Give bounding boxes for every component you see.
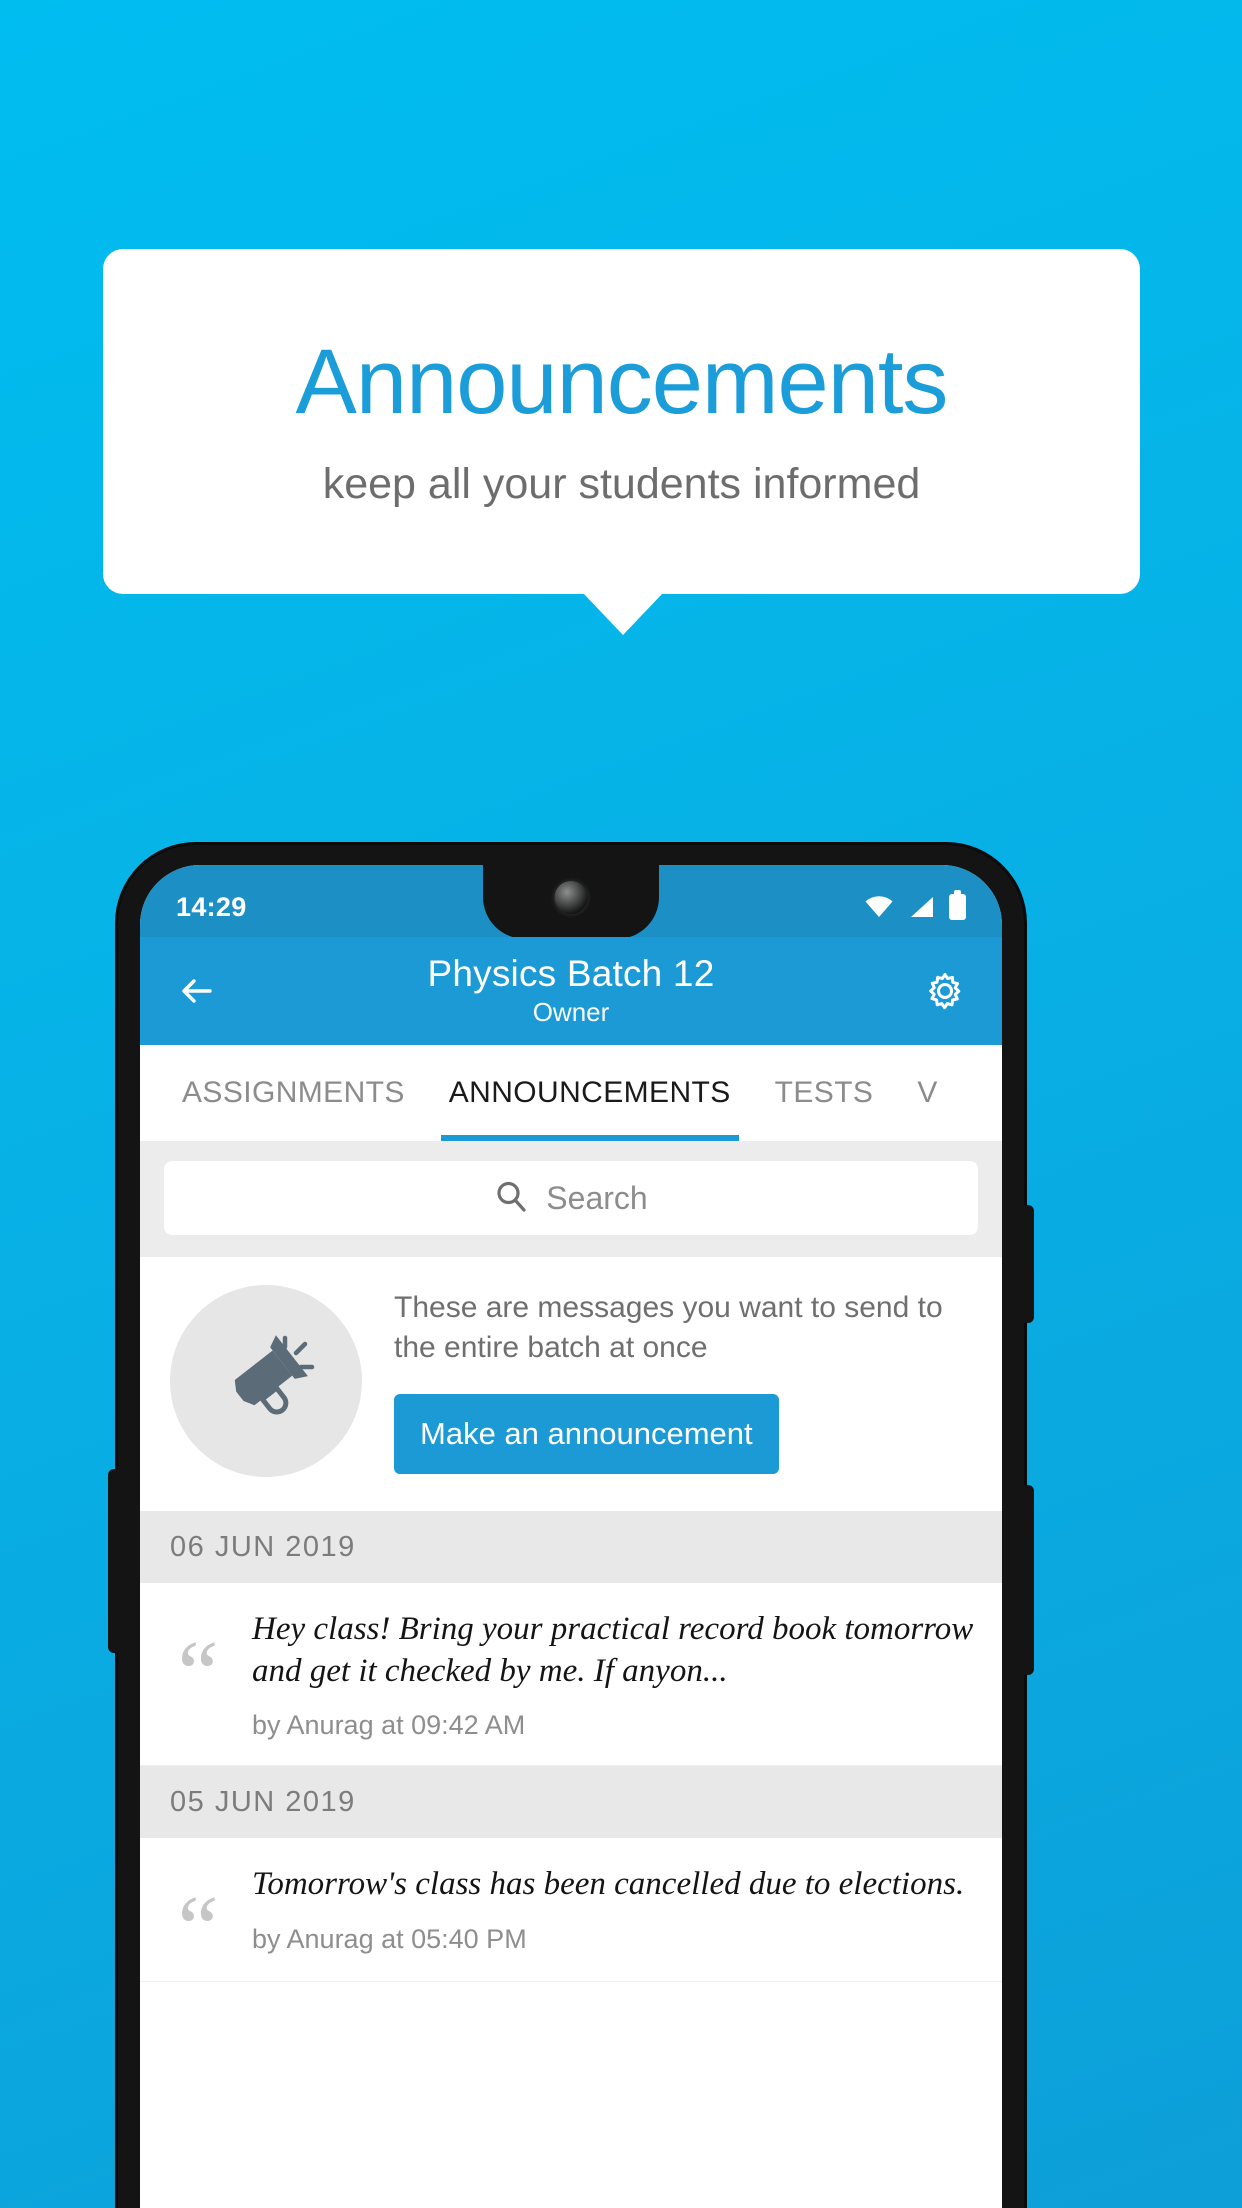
gear-icon[interactable] <box>914 960 976 1022</box>
promo-card-tail <box>583 593 663 635</box>
tab-assignments[interactable]: ASSIGNMENTS <box>140 1045 427 1141</box>
app-bar: Physics Batch 12 Owner <box>140 937 1002 1045</box>
tab-tests[interactable]: TESTS <box>753 1045 896 1141</box>
promo-subtitle: keep all your students informed <box>322 460 921 509</box>
phone-device: 14:29 Physics Batch 12 Owner ASSIGNMENTS… <box>108 845 1034 2208</box>
announcement-content: Tomorrow's class has been cancelled due … <box>252 1864 976 1957</box>
empty-state-description: These are messages you want to send to t… <box>394 1291 943 1364</box>
announcement-row[interactable]: “ Hey class! Bring your practical record… <box>140 1583 1002 1767</box>
search-icon <box>494 1179 528 1218</box>
signal-icon <box>908 896 934 918</box>
announcement-content: Hey class! Bring your practical record b… <box>252 1609 976 1741</box>
empty-state-card: These are messages you want to send to t… <box>140 1257 1002 1511</box>
search-input[interactable]: Search <box>164 1161 978 1235</box>
battery-icon <box>949 890 966 920</box>
promo-title: Announcements <box>295 330 949 433</box>
phone-volume-button[interactable] <box>108 1469 120 1653</box>
phone-screen: 14:29 Physics Batch 12 Owner ASSIGNMENTS… <box>140 865 1002 2208</box>
announcement-meta: by Anurag at 05:40 PM <box>252 1923 527 1954</box>
search-placeholder: Search <box>546 1179 648 1216</box>
search-section: Search <box>140 1141 1002 1257</box>
status-icons <box>865 890 966 920</box>
camera-notch <box>483 865 659 939</box>
app-bar-titles: Physics Batch 12 Owner <box>228 953 914 1027</box>
date-header: 06 JUN 2019 <box>140 1511 1002 1583</box>
back-arrow-icon[interactable] <box>166 960 228 1022</box>
announcement-text: Hey class! Bring your practical record b… <box>252 1611 974 1689</box>
tab-next-partial[interactable]: V <box>895 1045 959 1141</box>
quote-icon: “ <box>177 1877 219 1980</box>
promo-card: Announcements keep all your students inf… <box>103 249 1140 594</box>
page-subtitle: Owner <box>532 996 610 1027</box>
status-time: 14:29 <box>176 891 247 922</box>
front-camera-icon <box>554 881 588 914</box>
announcement-row[interactable]: “ Tomorrow's class has been cancelled du… <box>140 1838 1002 1983</box>
empty-state-content: These are messages you want to send to t… <box>394 1288 972 1474</box>
quote-icon: “ <box>177 1622 219 1724</box>
announcement-meta: by Anurag at 09:42 AM <box>252 1710 526 1741</box>
tab-announcements[interactable]: ANNOUNCEMENTS <box>427 1045 753 1141</box>
make-announcement-button[interactable]: Make an announcement <box>394 1393 779 1474</box>
status-bar: 14:29 <box>140 865 1002 939</box>
megaphone-icon <box>170 1285 362 1477</box>
tab-bar: ASSIGNMENTS ANNOUNCEMENTS TESTS V <box>140 1045 1002 1141</box>
page-title: Physics Batch 12 <box>427 953 715 995</box>
phone-power-button[interactable] <box>1022 1205 1034 1323</box>
date-header: 05 JUN 2019 <box>140 1766 1002 1839</box>
phone-side-button[interactable] <box>1022 1485 1034 1675</box>
announcement-text: Tomorrow's class has been cancelled due … <box>252 1866 965 1903</box>
promo-screenshot: Announcements keep all your students inf… <box>0 0 1242 2208</box>
wifi-icon <box>865 896 893 918</box>
